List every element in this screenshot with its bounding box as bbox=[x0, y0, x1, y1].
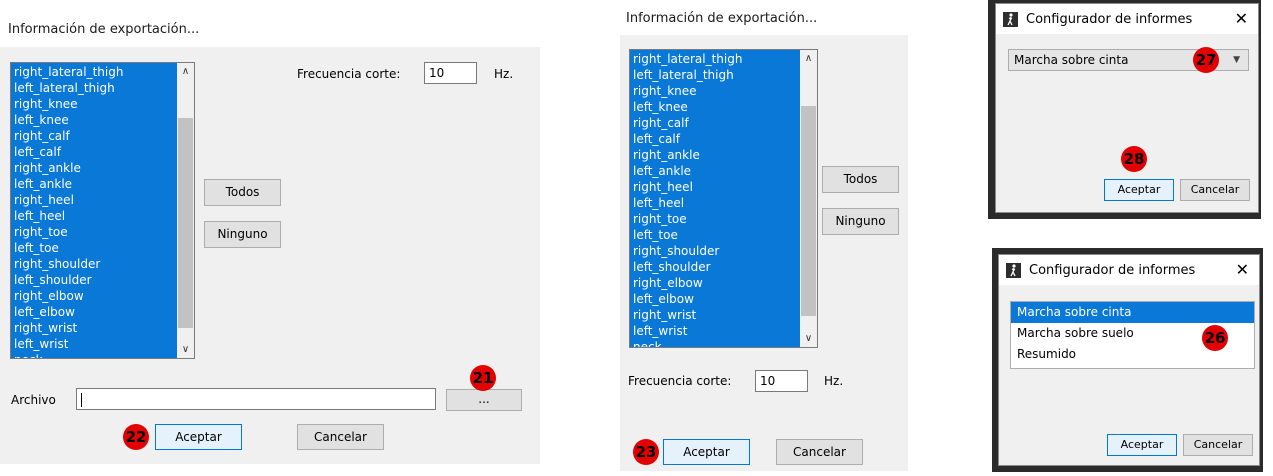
chevron-up-icon[interactable]: ∧ bbox=[177, 63, 194, 80]
segment-list-item[interactable]: left_knee bbox=[630, 99, 800, 115]
segment-list-item[interactable]: right_heel bbox=[630, 179, 800, 195]
step-badge-22: 22 bbox=[123, 424, 149, 450]
text-cursor bbox=[81, 392, 82, 407]
step-badge-21: 21 bbox=[470, 365, 496, 391]
dialog2-hz-label: Hz. bbox=[824, 374, 844, 388]
config-bottom-titlebar: Configurador de informes ✕ bbox=[999, 255, 1259, 285]
segment-list-item[interactable]: right_shoulder bbox=[630, 243, 800, 259]
dialog1-segment-items: right_lateral_thigh left_lateral_thigh rig… bbox=[11, 64, 177, 358]
segment-list-item[interactable]: right_knee bbox=[11, 96, 177, 112]
dialog1-archivo-label: Archivo bbox=[11, 393, 56, 407]
segment-list-item[interactable]: right_elbow bbox=[11, 288, 177, 304]
dialog2-todos-button[interactable]: Todos bbox=[822, 166, 899, 193]
segment-list-item[interactable]: right_ankle bbox=[630, 147, 800, 163]
config-top-titlebar: Configurador de informes ✕ bbox=[996, 4, 1258, 34]
segment-list-item[interactable]: left_toe bbox=[11, 240, 177, 256]
dialog1-aceptar-button[interactable]: Aceptar bbox=[155, 424, 242, 450]
segment-list-item[interactable]: left_elbow bbox=[630, 291, 800, 307]
segment-list-item[interactable]: left_calf bbox=[630, 131, 800, 147]
config-top-cancelar-button[interactable]: Cancelar bbox=[1180, 179, 1250, 201]
segment-list-item[interactable]: left_heel bbox=[11, 208, 177, 224]
step-badge-23: 23 bbox=[633, 439, 659, 465]
segment-list-item[interactable]: right_wrist bbox=[11, 320, 177, 336]
step-badge-26: 26 bbox=[1202, 325, 1228, 351]
dialog2-ninguno-button[interactable]: Ninguno bbox=[822, 208, 899, 235]
dialog1-scroll-thumb[interactable] bbox=[178, 118, 193, 328]
dialog2-segment-items: right_lateral_thigh left_lateral_thigh rig… bbox=[630, 51, 800, 347]
report-option-0[interactable]: Marcha sobre cinta bbox=[1011, 302, 1254, 323]
segment-list-item[interactable]: right_toe bbox=[11, 224, 177, 240]
config-top-combo-value: Marcha sobre cinta bbox=[1014, 53, 1129, 67]
dialog1-title: Información de exportación... bbox=[8, 22, 200, 37]
segment-list-item[interactable]: left_lateral_thigh bbox=[11, 80, 177, 96]
segment-list-item[interactable]: right_knee bbox=[630, 83, 800, 99]
segment-list-item[interactable]: left_toe bbox=[630, 227, 800, 243]
dialog1-hz-label: Hz. bbox=[494, 67, 514, 81]
dialog2-list-scrollbar[interactable]: ∧ ∨ bbox=[800, 50, 817, 347]
segment-list-item[interactable]: neck bbox=[630, 339, 800, 347]
close-icon[interactable]: ✕ bbox=[1236, 260, 1249, 279]
segment-list-item[interactable]: right_lateral_thigh bbox=[630, 51, 800, 67]
dialog2-frecuencia-input[interactable]: 10 bbox=[755, 370, 808, 392]
dialog1-list-scrollbar[interactable]: ∧ ∨ bbox=[177, 63, 194, 358]
segment-list-item[interactable]: right_wrist bbox=[630, 307, 800, 323]
segment-list-item[interactable]: right_toe bbox=[630, 211, 800, 227]
dialog1-ninguno-button[interactable]: Ninguno bbox=[204, 221, 281, 248]
config-top-aceptar-button[interactable]: Aceptar bbox=[1104, 179, 1174, 201]
segment-list-item[interactable]: left_heel bbox=[630, 195, 800, 211]
walking-figure-icon bbox=[1003, 12, 1018, 27]
segment-list-item[interactable]: left_calf bbox=[11, 144, 177, 160]
dialog1-cancelar-button[interactable]: Cancelar bbox=[297, 424, 384, 450]
segment-list-item[interactable]: neck bbox=[11, 352, 177, 358]
caret-down-icon[interactable]: ▼ bbox=[1233, 50, 1240, 70]
close-icon[interactable]: ✕ bbox=[1235, 9, 1248, 28]
dialog2-frecuencia-label: Frecuencia corte: bbox=[628, 374, 732, 388]
segment-list-item[interactable]: left_knee bbox=[11, 112, 177, 128]
segment-list-item[interactable]: right_ankle bbox=[11, 160, 177, 176]
segment-list-item[interactable]: right_elbow bbox=[630, 275, 800, 291]
segment-list-item[interactable]: right_shoulder bbox=[11, 256, 177, 272]
segment-list-item[interactable]: right_calf bbox=[630, 115, 800, 131]
config-top-window: Configurador de informes ✕ Marcha sobre … bbox=[995, 3, 1259, 213]
segment-list-item[interactable]: right_heel bbox=[11, 192, 177, 208]
config-bottom-title: Configurador de informes bbox=[1029, 263, 1196, 278]
dialog1-segment-list[interactable]: right_lateral_thigh left_lateral_thigh rig… bbox=[10, 62, 195, 359]
config-bottom-aceptar-button[interactable]: Aceptar bbox=[1107, 434, 1177, 456]
chevron-down-icon[interactable]: ∨ bbox=[177, 341, 194, 358]
dialog1-browse-button[interactable]: ... bbox=[446, 389, 522, 411]
step-badge-27: 27 bbox=[1193, 47, 1219, 73]
dialog2-cancelar-button[interactable]: Cancelar bbox=[776, 439, 863, 465]
segment-list-item[interactable]: left_shoulder bbox=[11, 272, 177, 288]
dialog2-title: Información de exportación... bbox=[626, 11, 818, 26]
segment-list-item[interactable]: left_ankle bbox=[11, 176, 177, 192]
dialog1-frecuencia-label: Frecuencia corte: bbox=[297, 67, 401, 81]
segment-list-item[interactable]: right_calf bbox=[11, 128, 177, 144]
config-top-title: Configurador de informes bbox=[1026, 12, 1193, 27]
segment-list-item[interactable]: left_lateral_thigh bbox=[630, 67, 800, 83]
segment-list-item[interactable]: left_wrist bbox=[11, 336, 177, 352]
segment-list-item[interactable]: left_wrist bbox=[630, 323, 800, 339]
chevron-up-icon[interactable]: ∧ bbox=[800, 50, 817, 67]
dialog2-segment-list[interactable]: right_lateral_thigh left_lateral_thigh rig… bbox=[629, 49, 818, 348]
dialog2-scroll-thumb[interactable] bbox=[801, 106, 816, 316]
step-badge-28: 28 bbox=[1121, 146, 1147, 172]
dialog1-archivo-input[interactable] bbox=[76, 388, 436, 410]
config-bottom-window: Configurador de informes ✕ Marcha sobre … bbox=[998, 254, 1260, 466]
config-bottom-cancelar-button[interactable]: Cancelar bbox=[1183, 434, 1253, 456]
segment-list-item[interactable]: left_ankle bbox=[630, 163, 800, 179]
dialog1-todos-button[interactable]: Todos bbox=[204, 179, 281, 206]
dialog1-frecuencia-input[interactable]: 10 bbox=[424, 62, 477, 84]
chevron-down-icon[interactable]: ∨ bbox=[800, 330, 817, 347]
walking-figure-icon bbox=[1006, 263, 1021, 278]
segment-list-item[interactable]: right_lateral_thigh bbox=[11, 64, 177, 80]
dialog2-aceptar-button[interactable]: Aceptar bbox=[663, 439, 750, 465]
segment-list-item[interactable]: left_shoulder bbox=[630, 259, 800, 275]
segment-list-item[interactable]: left_elbow bbox=[11, 304, 177, 320]
